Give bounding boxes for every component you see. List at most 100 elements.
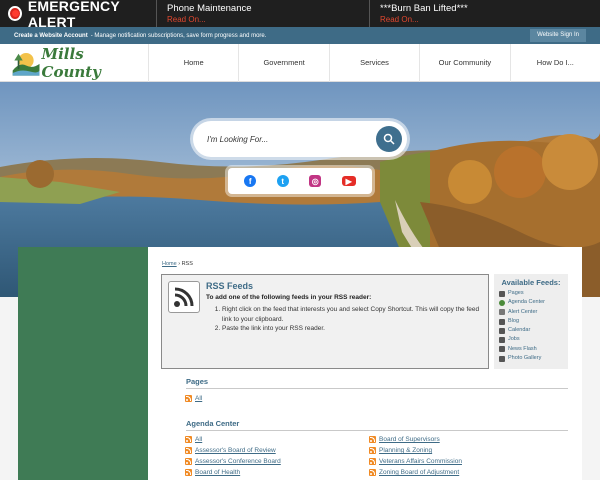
twitter-icon[interactable]: t [276, 175, 289, 187]
social-links: f t ◎ ▶ [228, 168, 372, 194]
available-feed-label: Jobs [508, 336, 520, 343]
site-header: Mills County Home Government Services Ou… [0, 44, 600, 82]
youtube-icon[interactable]: ▶ [341, 176, 356, 186]
rss-feed-icon [185, 436, 192, 443]
rss-feed-icon [185, 458, 192, 465]
search-button[interactable] [376, 126, 402, 152]
agenda-icon [499, 299, 505, 306]
section-divider [186, 388, 568, 389]
rss-feed-icon [185, 469, 192, 476]
breadcrumb-home-link[interactable]: Home [162, 261, 177, 267]
alert-read-on-link[interactable]: Read On... [380, 14, 600, 25]
feed-link-label: All [195, 395, 203, 402]
search-box [193, 121, 407, 157]
feed-link-label: Board of Health [195, 469, 241, 476]
feed-link-veterans-affairs[interactable]: Veterans Affairs Commission [369, 458, 462, 465]
available-feeds-title: Available Feeds: [501, 278, 561, 287]
news-flash-icon [499, 346, 505, 353]
available-feed-label: Photo Gallery [508, 355, 542, 362]
facebook-icon[interactable]: f [244, 175, 257, 187]
calendar-icon [499, 327, 505, 334]
nav-item-our-community[interactable]: Our Community [419, 44, 509, 82]
instagram-icon[interactable]: ◎ [309, 175, 322, 187]
available-feed-news-flash[interactable]: News Flash [499, 345, 563, 354]
search-icon [383, 133, 395, 145]
available-feed-label: Calendar [508, 327, 531, 334]
feed-link-planning-zoning[interactable]: Planning & Zoning [369, 447, 432, 454]
feed-link-label: Assessor's Board of Review [195, 447, 276, 454]
create-account-link[interactable]: Create a Website Account [14, 33, 88, 39]
blog-icon [499, 318, 505, 325]
available-feed-calendar[interactable]: Calendar [499, 326, 563, 335]
site-logo[interactable]: Mills County [11, 45, 131, 81]
pages-icon [499, 290, 505, 297]
rss-info-box: RSS Feeds To add one of the following fe… [161, 274, 489, 369]
feed-link-label: All [195, 436, 203, 443]
county-logo-icon [12, 52, 40, 76]
available-feed-photo-gallery[interactable]: Photo Gallery [499, 354, 563, 363]
rss-icon [168, 281, 200, 313]
breadcrumb: Home › RSS [162, 261, 193, 267]
feed-link-assessors-board-review[interactable]: Assessor's Board of Review [185, 447, 276, 454]
rss-feed-icon [369, 458, 376, 465]
rss-feed-icon [369, 447, 376, 454]
nav-item-government[interactable]: Government [238, 44, 328, 82]
available-feed-agenda-center[interactable]: Agenda Center [499, 298, 563, 307]
feed-link-board-of-health[interactable]: Board of Health [185, 469, 240, 476]
available-feed-alert-center[interactable]: Alert Center [499, 308, 563, 317]
alert-item-phone-maintenance[interactable]: Phone Maintenance Read On... [157, 0, 370, 27]
breadcrumb-current: RSS [181, 261, 193, 267]
main-content: Home › RSS RSS Feeds To add one of the f… [148, 247, 582, 480]
feed-link-label: Board of Supervisors [379, 436, 440, 443]
feed-link-label: Zoning Board of Adjustment [379, 469, 460, 476]
feed-link-assessors-conference-board[interactable]: Assessor's Conference Board [185, 458, 281, 465]
photo-gallery-icon [499, 355, 505, 362]
rss-feed-icon [369, 436, 376, 443]
emergency-alert-title[interactable]: EMERGENCY ALERT [0, 0, 157, 30]
search-input[interactable] [207, 134, 367, 144]
alert-item-title: ***Burn Ban Lifted*** [380, 3, 468, 14]
available-feed-label: Pages [508, 290, 524, 296]
alert-read-on-link[interactable]: Read On... [167, 14, 369, 25]
breadcrumb-separator: › [178, 261, 181, 267]
logo-text: Mills County [41, 45, 101, 81]
alert-item-title: Phone Maintenance [167, 3, 252, 14]
main-nav: Home Government Services Our Community H… [148, 44, 600, 82]
rss-feeds-subtitle: To add one of the following feeds in you… [206, 294, 372, 301]
rss-step: Paste the link into your RSS reader. [222, 324, 484, 334]
section-divider [186, 430, 568, 431]
rss-feeds-title: RSS Feeds [206, 281, 254, 291]
available-feed-jobs[interactable]: Jobs [499, 335, 563, 344]
available-feed-label: Blog [508, 317, 520, 324]
nav-item-home[interactable]: Home [148, 44, 238, 82]
available-feed-label: Agenda Center [508, 299, 545, 306]
pages-section-title: Pages [186, 377, 209, 386]
feed-link-label: Planning & Zoning [379, 447, 433, 454]
nav-item-services[interactable]: Services [328, 44, 419, 82]
alert-item-burn-ban[interactable]: ***Burn Ban Lifted*** Read On... [370, 0, 600, 27]
rss-feed-icon [369, 469, 376, 476]
alert-icon [8, 6, 22, 21]
feed-link-label: Assessor's Conference Board [195, 458, 281, 465]
available-feed-pages[interactable]: Pages [499, 289, 563, 298]
left-sidebar [18, 247, 148, 480]
available-feed-label: Alert Center [508, 308, 538, 315]
rss-feed-icon [185, 395, 192, 402]
feed-link-zoning-board-adjustment[interactable]: Zoning Board of Adjustment [369, 469, 459, 476]
rss-step: Right click on the feed that interests y… [222, 305, 484, 324]
alert-center-icon [499, 309, 505, 316]
rss-feed-icon [185, 447, 192, 454]
nav-item-how-do-i[interactable]: How Do I... [509, 44, 600, 82]
emergency-alert-bar: EMERGENCY ALERT Phone Maintenance Read O… [0, 0, 600, 30]
feed-link-board-of-supervisors[interactable]: Board of Supervisors [369, 436, 440, 443]
agenda-section-title: Agenda Center [186, 419, 240, 428]
account-bar: Create a Website Account - Manage notifi… [0, 27, 600, 44]
feed-link-pages-all[interactable]: All [185, 395, 202, 402]
available-feed-label: News Flash [508, 345, 537, 352]
feed-link-label: Veterans Affairs Commission [379, 458, 462, 465]
rss-steps-list: Right click on the feed that interests y… [214, 305, 484, 334]
feed-link-agenda-all[interactable]: All [185, 436, 202, 443]
sign-in-button[interactable]: Website Sign In [530, 29, 586, 42]
alert-title-text: EMERGENCY ALERT [27, 0, 120, 30]
available-feed-blog[interactable]: Blog [499, 317, 563, 326]
